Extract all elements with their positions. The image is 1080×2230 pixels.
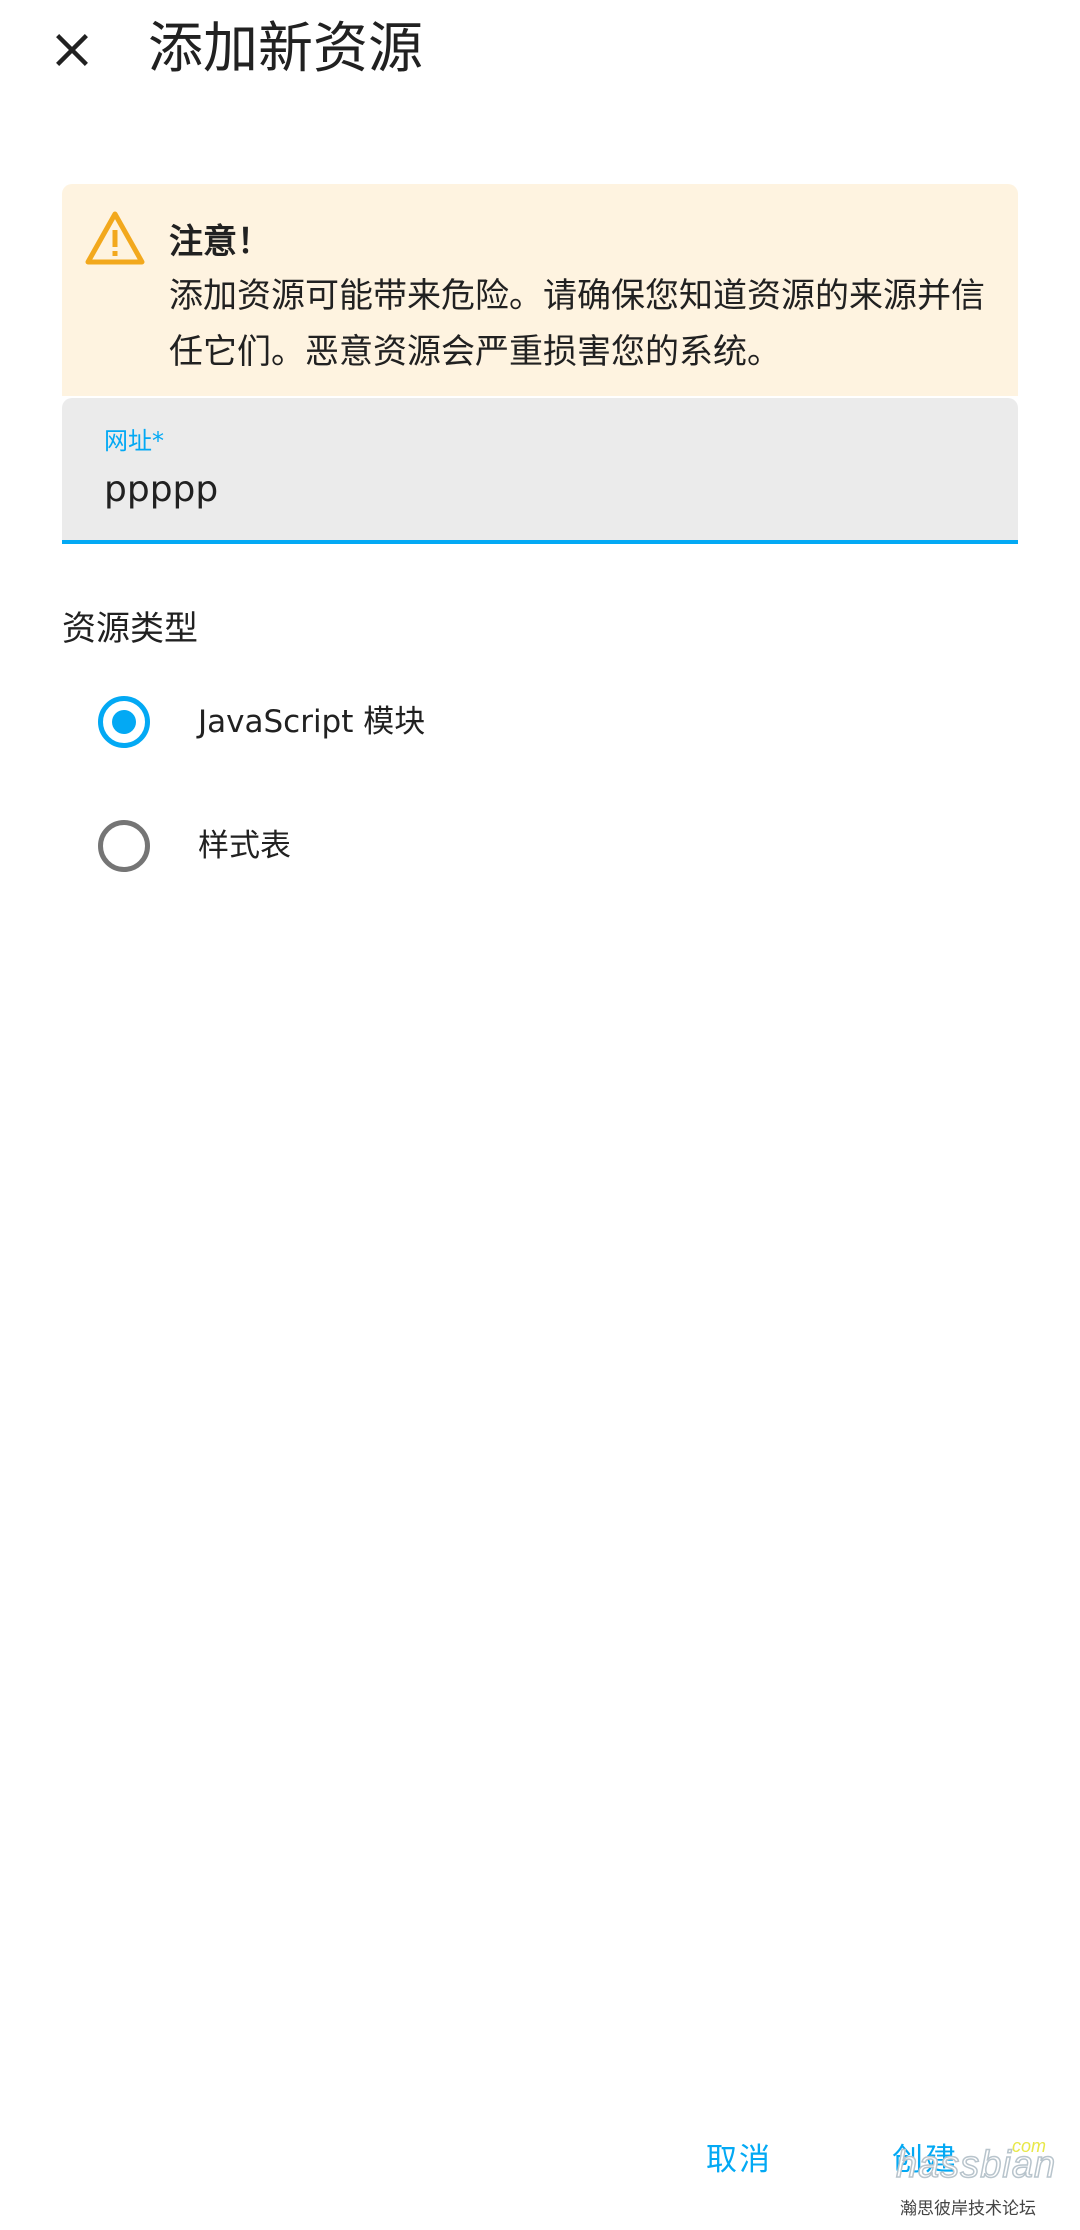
url-field-label: 网址* (104, 427, 164, 455)
resource-type-label: 资源类型 (62, 609, 198, 649)
dialog-header: 添加新资源 (0, 0, 1080, 100)
watermark: .com hassbian 瀚思彼岸技术论坛 (895, 2136, 1066, 2222)
watermark-subtitle: 瀚思彼岸技术论坛 (900, 2199, 1036, 2219)
watermark-brand: hassbian (895, 2143, 1057, 2187)
radio-button-checked[interactable] (98, 696, 150, 748)
warning-icon (84, 210, 146, 266)
dialog-title: 添加新资源 (148, 16, 424, 80)
radio-label-javascript-module: JavaScript 模块 (198, 704, 426, 740)
warning-alert: 注意！ 添加资源可能带来危险。请确保您知道资源的来源并信任它们。恶意资源会严重损… (62, 184, 1018, 396)
radio-button-unchecked[interactable] (98, 820, 150, 872)
url-field[interactable]: 网址* (62, 398, 1018, 544)
radio-dot (112, 710, 136, 734)
url-input[interactable] (104, 462, 974, 516)
close-icon (56, 34, 88, 66)
cancel-button[interactable]: 取消 (694, 2130, 784, 2190)
alert-title: 注意！ (169, 222, 271, 262)
radio-label-stylesheet: 样式表 (198, 828, 291, 864)
radio-option-stylesheet[interactable]: 样式表 (62, 796, 662, 896)
radio-option-javascript-module[interactable]: JavaScript 模块 (62, 672, 662, 772)
alert-message: 添加资源可能带来危险。请确保您知道资源的来源并信任它们。恶意资源会严重损害您的系… (169, 276, 985, 372)
close-button[interactable] (34, 12, 110, 88)
